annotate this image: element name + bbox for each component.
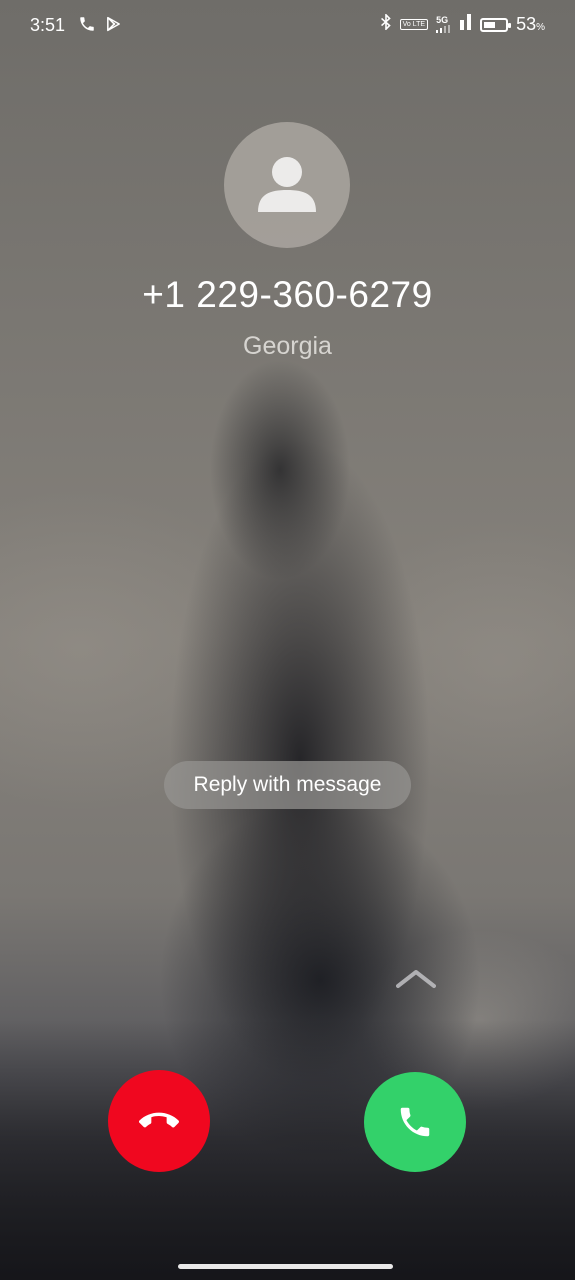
phone-icon [78, 15, 96, 38]
hang-up-icon [139, 1112, 179, 1128]
bluetooth-icon [380, 12, 392, 35]
decline-call-button[interactable] [108, 1070, 210, 1172]
bottom-gradient [0, 1020, 575, 1280]
battery-fill [484, 21, 495, 28]
person-icon [258, 157, 316, 212]
incoming-call-screen: 3:51 Vo LTE 5G 53% +1 229-360-6279 Georg… [0, 0, 575, 1280]
status-right-group: Vo LTE 5G 53% [380, 12, 545, 35]
play-store-icon [105, 15, 122, 38]
signal-icon [460, 14, 472, 35]
volte-icon: Vo LTE [399, 19, 429, 30]
battery-percent: 53% [516, 14, 545, 34]
network-label: 5G [436, 15, 449, 25]
home-indicator[interactable] [178, 1264, 393, 1269]
phone-answer-icon [400, 1107, 430, 1137]
answer-call-button[interactable] [364, 1072, 466, 1172]
battery-icon [480, 17, 512, 32]
status-time: 3:51 [30, 15, 66, 35]
caller-number: +1 229-360-6279 [142, 274, 433, 315]
caller-location: Georgia [243, 332, 332, 360]
reply-with-message-button[interactable]: Reply with message [164, 761, 411, 809]
5g-signal-icon: 5G [436, 16, 452, 33]
status-bar: 3:51 Vo LTE 5G 53% [0, 0, 575, 52]
caller-avatar [224, 122, 350, 248]
chevron-up-icon[interactable] [396, 966, 436, 994]
